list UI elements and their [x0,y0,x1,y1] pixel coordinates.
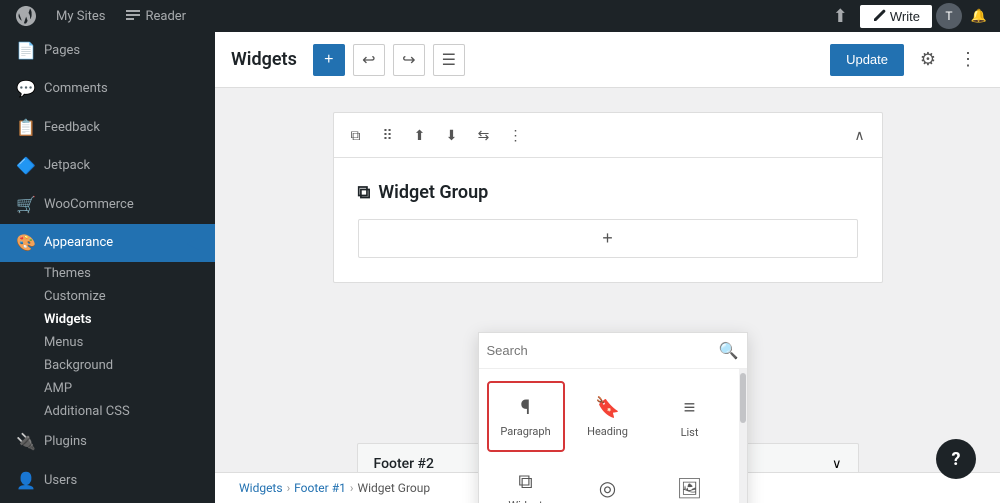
block-item-paragraph[interactable]: ¶ Paragraph [487,381,565,452]
sidebar-sub-customize[interactable]: Customize [0,285,215,308]
update-button[interactable]: Update [830,44,904,76]
drag-handle-button[interactable]: ⠿ [374,121,402,149]
jetpack-icon: 🔷 [16,155,36,177]
appearance-arrow: ◀ [187,232,199,254]
wp-logo[interactable] [8,0,44,32]
move-down-button[interactable]: ⬇ [438,121,466,149]
block-grid: ¶ Paragraph 🔖 Heading ≡ List [479,369,737,503]
sidebar-item-jetpack[interactable]: 🔷 Jetpack [0,147,215,185]
help-button[interactable]: ? [936,439,976,479]
more-options-button[interactable]: ⋮ [952,44,984,76]
settings-gear-button[interactable]: ⚙ [912,44,944,76]
plugins-icon: 🔌 [16,431,36,453]
breadcrumb-widget-group: Widget Group [357,481,430,495]
undo-button[interactable]: ↩ [353,44,385,76]
block-search-input[interactable] [487,343,715,358]
write-button[interactable]: Write [860,5,932,28]
heading-icon: 🔖 [595,395,620,419]
sidebar-item-plugins[interactable]: 🔌 Plugins [0,423,215,461]
sidebar-sub-menus[interactable]: Menus [0,331,215,354]
block-item-list[interactable]: ≡ List [651,381,729,452]
reader-link[interactable]: Reader [117,0,194,32]
widget-group-icon: ⧉ [518,469,532,493]
sidebar-item-woocommerce[interactable]: 🛒 WooCommerce [0,186,215,224]
block-label-heading: Heading [587,425,628,438]
sidebar-sub-additional-css[interactable]: Additional CSS [0,400,215,423]
copy-tool-button[interactable]: ⧉ [342,121,370,149]
block-item-widget-group[interactable]: ⧉ Widget Group [487,456,565,503]
breadcrumb-sep-2: › [350,481,354,495]
block-picker-search-bar: 🔍 [479,333,747,369]
embed-icon: ◎ [599,476,616,500]
sidebar-sub-themes[interactable]: Themes [0,262,215,285]
widget-group-icon: ⧉ [358,182,371,203]
content-area: Widgets + ↩ ↪ ☰ Update ⚙ ⋮ ⧉ ⠿ ⬆ ⬇ ⇆ [215,32,1000,503]
add-block-inner-button[interactable]: + [358,219,858,258]
image-icon: 🖼 [677,476,702,500]
block-picker-popup: 🔍 ¶ Paragraph 🔖 Heading [478,332,748,503]
sidebar-sub-widgets[interactable]: Widgets [0,308,215,331]
more-tool-button[interactable]: ⋮ [502,121,530,149]
sidebar-item-users[interactable]: 👤 Users [0,462,215,500]
picker-scrollbar[interactable] [739,369,747,503]
admin-bar: My Sites Reader ⬆ Write T 🔔 [0,0,1000,32]
widget-toolbar: ⧉ ⠿ ⬆ ⬇ ⇆ ⋮ ∧ [334,113,882,158]
page-title: Widgets [231,49,297,70]
paragraph-icon: ¶ [521,395,531,419]
sidebar-item-pages[interactable]: 📄 Pages [0,32,215,70]
redo-button[interactable]: ↪ [393,44,425,76]
footer-2-label: Footer #2 [374,456,434,472]
sidebar-item-comments[interactable]: 💬 Comments [0,70,215,108]
sidebar-item-appearance[interactable]: 🎨 Appearance ◀ [0,224,215,262]
widget-group-container: ⧉ ⠿ ⬆ ⬇ ⇆ ⋮ ∧ ⧉ Widget Group [333,112,883,283]
main-layout: 📄 Pages 💬 Comments 📋 Feedback 🔷 Jetpack … [0,32,1000,503]
list-view-button[interactable]: ☰ [433,44,465,76]
pages-icon: 📄 [16,40,36,62]
block-item-embed[interactable]: ◎ Embed [569,456,647,503]
editor-header: Widgets + ↩ ↪ ☰ Update ⚙ ⋮ [215,32,1000,88]
widget-body: ⧉ Widget Group + [334,158,882,282]
avatar[interactable]: T [936,3,962,29]
add-block-button[interactable]: + [313,44,345,76]
block-item-heading[interactable]: 🔖 Heading [569,381,647,452]
woo-icon: 🛒 [16,194,36,216]
block-label-widget-group: Widget Group [496,499,556,503]
comments-icon: 💬 [16,78,36,100]
sidebar: 📄 Pages 💬 Comments 📋 Feedback 🔷 Jetpack … [0,32,215,503]
my-sites-link[interactable]: My Sites [48,0,113,32]
breadcrumb-footer1[interactable]: Footer #1 [294,481,346,495]
stream-icon[interactable]: ⬆ [825,6,856,27]
picker-scrollbar-thumb [740,373,746,423]
move-up-button[interactable]: ⬆ [406,121,434,149]
users-icon: 👤 [16,470,36,492]
transform-button[interactable]: ⇆ [470,121,498,149]
block-label-paragraph: Paragraph [500,425,550,438]
footer-2-chevron: ∨ [832,457,842,472]
feedback-icon: 📋 [16,117,36,139]
collapse-widget-button[interactable]: ∧ [846,121,874,149]
breadcrumb-widgets[interactable]: Widgets [239,481,283,495]
block-label-list: List [681,426,699,439]
sidebar-sub-amp[interactable]: AMP [0,377,215,400]
appearance-icon: 🎨 [16,232,36,254]
block-item-image[interactable]: 🖼 Image [651,456,729,503]
search-icon: 🔍 [719,341,739,360]
list-icon: ≡ [684,395,696,420]
sidebar-sub-background[interactable]: Background [0,354,215,377]
notifications-bell[interactable]: 🔔 [966,3,992,29]
sidebar-item-feedback[interactable]: 📋 Feedback [0,109,215,147]
editor-canvas: ⧉ ⠿ ⬆ ⬇ ⇆ ⋮ ∧ ⧉ Widget Group [215,88,1000,503]
widget-group-title: ⧉ Widget Group [358,182,858,203]
admin-bar-right: ⬆ Write T 🔔 [825,3,992,29]
breadcrumb-sep-1: › [287,481,291,495]
